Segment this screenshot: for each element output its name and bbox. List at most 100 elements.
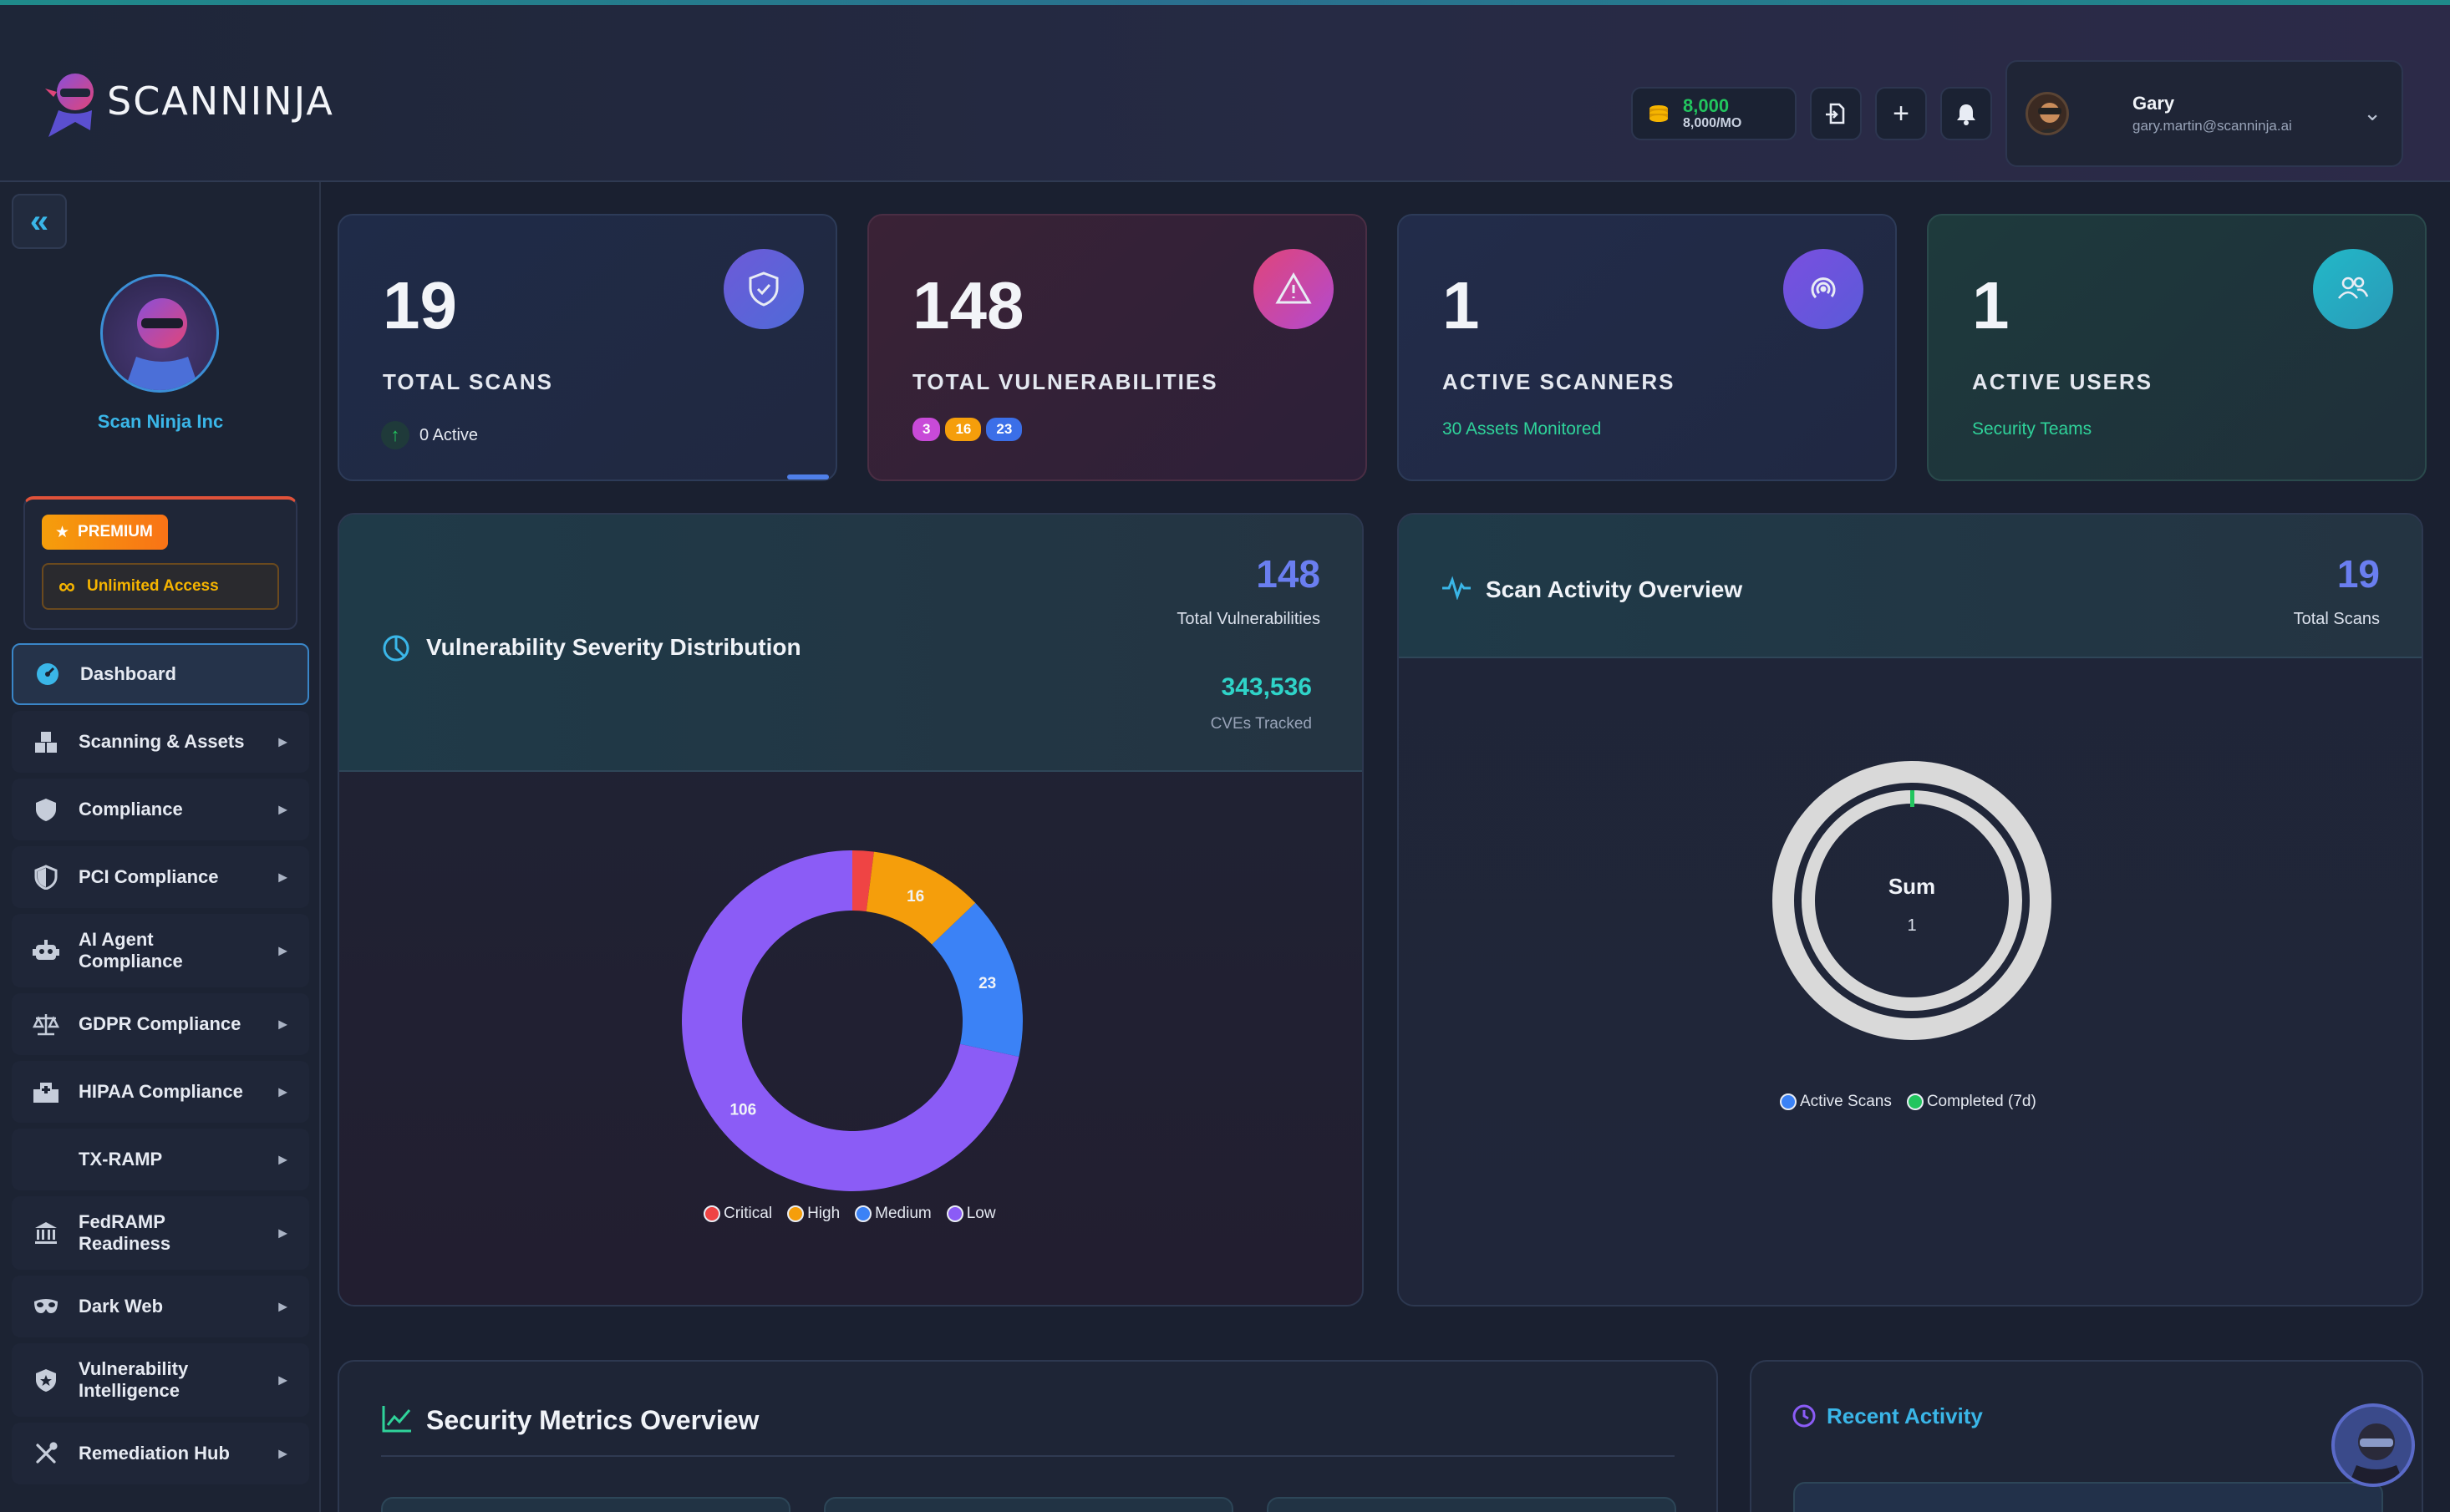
- sidebar: « Scan Ninja Inc ★ PREMIUM ∞ Unlimited A…: [0, 182, 321, 1512]
- sidebar-item-tx-ramp[interactable]: TX-RAMP ▶: [12, 1129, 309, 1190]
- robot-icon: [32, 936, 60, 965]
- stat-subtext: Security Teams: [1972, 419, 2092, 439]
- brand-logo[interactable]: SCANNINJA: [42, 63, 334, 139]
- unlimited-label: Unlimited Access: [86, 577, 219, 595]
- scale-icon: [32, 1010, 60, 1038]
- plan-card: ★ PREMIUM ∞ Unlimited Access: [23, 496, 297, 630]
- sidebar-item-remediation-hub[interactable]: Remediation Hub ▶: [12, 1423, 309, 1484]
- sidebar-item-vulnerability-intelligence[interactable]: Vulnerability Intelligence ▶: [12, 1343, 309, 1417]
- clock-icon: [1792, 1403, 1817, 1433]
- tools-icon: [32, 1439, 60, 1468]
- caret-right-icon: ▶: [278, 1084, 287, 1098]
- notifications-button[interactable]: [1940, 87, 1992, 140]
- unlimited-badge: ∞ Unlimited Access: [42, 563, 279, 610]
- stat-label: TOTAL VULNERABILITIES: [912, 369, 1218, 394]
- high-count-pill: 16: [945, 418, 982, 441]
- stat-value: 1: [1972, 268, 2010, 342]
- caret-right-icon: ▶: [278, 943, 287, 957]
- users-icon: [2313, 249, 2393, 329]
- stat-card-active-users[interactable]: 1 ACTIVE USERS Security Teams: [1927, 214, 2427, 481]
- caret-right-icon: ▶: [278, 1446, 287, 1460]
- cves-tracked-value: 343,536: [1221, 673, 1312, 701]
- sidebar-item-label: Vulnerability Intelligence: [79, 1358, 189, 1401]
- legend-low[interactable]: Low: [946, 1205, 996, 1223]
- sidebar-item-dark-web[interactable]: Dark Web ▶: [12, 1276, 309, 1337]
- arrow-up-icon: ↑: [381, 421, 409, 449]
- stat-card-active-scanners[interactable]: 1 ACTIVE SCANNERS 30 Assets Monitored: [1397, 214, 1897, 481]
- legend-completed[interactable]: Completed (7d): [1906, 1093, 2036, 1111]
- activity-icon: [1441, 575, 1472, 604]
- caret-right-icon: ▶: [278, 1299, 287, 1313]
- assets-icon: [32, 728, 60, 756]
- sidebar-item-label: Scanning & Assets: [79, 731, 245, 752]
- warning-icon: [1253, 249, 1334, 329]
- sidebar-item-label: Dark Web: [79, 1296, 164, 1317]
- sidebar-item-fedramp-readiness[interactable]: FedRAMP Readiness ▶: [12, 1196, 309, 1270]
- metrics-panel-title: Security Metrics Overview: [426, 1405, 760, 1435]
- hospital-icon: [32, 1078, 60, 1106]
- total-scans-value: 19: [2336, 552, 2380, 596]
- severity-panel-title: Vulnerability Severity Distribution: [426, 634, 801, 660]
- stat-value: 19: [383, 268, 457, 342]
- double-chevron-left-icon: «: [29, 202, 49, 240]
- slice-label-high: 16: [907, 888, 924, 906]
- sidebar-item-gdpr-compliance[interactable]: GDPR Compliance ▶: [12, 993, 309, 1055]
- sidebar-item-ai-agent-compliance[interactable]: AI Agent Compliance ▶: [12, 914, 309, 987]
- stat-card-total-scans[interactable]: 19 TOTAL SCANS ↑ 0 Active: [338, 214, 837, 481]
- metric-card[interactable]: [824, 1497, 1233, 1512]
- sidebar-item-compliance[interactable]: Compliance ▶: [12, 779, 309, 840]
- metrics-divider: [381, 1455, 1675, 1457]
- pie-chart-icon: [381, 633, 411, 667]
- legend-critical[interactable]: Critical: [704, 1205, 772, 1223]
- total-vulnerabilities-value: 148: [1256, 552, 1320, 596]
- activity-donut-chart: Sum 1: [1772, 761, 2051, 1040]
- landmark-icon: [32, 1219, 60, 1247]
- stat-card-total-vulnerabilities[interactable]: 148 TOTAL VULNERABILITIES 3 16 23: [867, 214, 1367, 481]
- premium-label: PREMIUM: [78, 523, 153, 540]
- sidebar-item-dashboard[interactable]: Dashboard: [12, 643, 309, 705]
- user-menu[interactable]: Gary gary.martin@scanninja.ai ⌄: [2005, 60, 2403, 167]
- shield-star-icon: [32, 1366, 60, 1394]
- collapse-sidebar-button[interactable]: «: [12, 194, 67, 249]
- severity-legend: Critical High Medium Low: [704, 1205, 996, 1223]
- shield-check-icon: [724, 249, 804, 329]
- stat-subtext: 30 Assets Monitored: [1442, 419, 1602, 439]
- sidebar-item-hipaa-compliance[interactable]: HIPAA Compliance ▶: [12, 1061, 309, 1123]
- activity-list-item[interactable]: [1793, 1482, 2383, 1512]
- user-avatar: [2026, 92, 2069, 135]
- sidebar-item-pci-compliance[interactable]: PCI Compliance ▶: [12, 846, 309, 908]
- sidebar-item-scanning-assets[interactable]: Scanning & Assets ▶: [12, 711, 309, 773]
- sidebar-item-label: TX-RAMP: [79, 1149, 163, 1170]
- plus-icon: +: [1893, 97, 1909, 129]
- credits-value: 8,000: [1683, 95, 1730, 116]
- top-header: SCANNINJA 8,000 8,000/MO + Gary gary.mar…: [0, 5, 2450, 182]
- sidebar-item-label: FedRAMP Readiness: [79, 1211, 171, 1254]
- critical-count-pill: 3: [912, 418, 941, 441]
- donut-center-value: 1: [1907, 916, 1916, 935]
- caret-right-icon: ▶: [278, 802, 287, 816]
- legend-medium[interactable]: Medium: [855, 1205, 932, 1223]
- dashboard-icon: [33, 660, 62, 688]
- progress-indicator: [787, 474, 829, 479]
- sidebar-nav: Dashboard Scanning & Assets ▶ Compliance…: [12, 643, 309, 1490]
- user-email: gary.martin@scanninja.ai: [2132, 118, 2292, 134]
- assistant-avatar-button[interactable]: [2331, 1403, 2415, 1487]
- recent-activity-panel: Recent Activity: [1750, 1360, 2423, 1512]
- activity-legend: Active Scans Completed (7d): [1780, 1093, 2036, 1111]
- legend-high[interactable]: High: [787, 1205, 840, 1223]
- credits-rate: 8,000/MO: [1683, 116, 1742, 130]
- sidebar-item-label: AI Agent Compliance: [79, 929, 183, 972]
- export-button[interactable]: [1810, 87, 1862, 140]
- metric-card[interactable]: [381, 1497, 790, 1512]
- metric-card[interactable]: [1267, 1497, 1676, 1512]
- infinity-icon: ∞: [58, 573, 75, 599]
- add-button[interactable]: +: [1875, 87, 1927, 140]
- user-name: Gary: [2132, 93, 2175, 114]
- line-chart-icon: [381, 1403, 413, 1438]
- legend-active-scans[interactable]: Active Scans: [1780, 1093, 1892, 1111]
- mask-icon: [32, 1292, 60, 1321]
- credits-widget[interactable]: 8,000 8,000/MO: [1631, 87, 1797, 140]
- series-marker-completed[interactable]: [1910, 790, 1914, 807]
- sidebar-item-label: GDPR Compliance: [79, 1013, 241, 1034]
- caret-right-icon: ▶: [278, 1152, 287, 1166]
